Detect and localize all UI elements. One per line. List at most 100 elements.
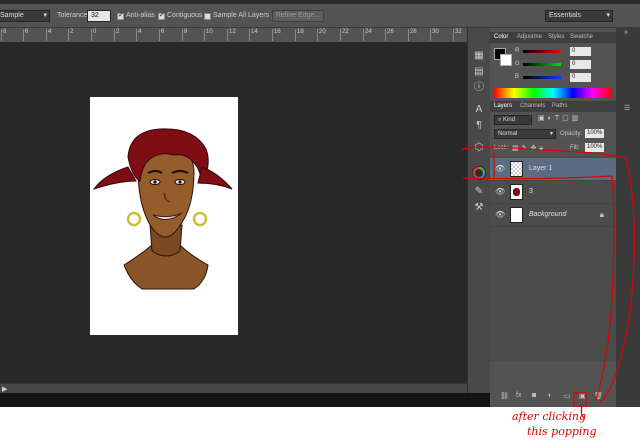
channel-g-value[interactable]: 0 [570, 60, 591, 69]
layers-footer: ⛓ fx ◙ ◐ ▭ ▣ 🗑︎ [490, 391, 616, 403]
sample-dropdown[interactable]: Sample ▾ [0, 10, 50, 22]
new-layer-icon[interactable]: ▣ [579, 392, 586, 400]
ruler-tick: 24 [363, 29, 372, 41]
ruler-tick: 6 [22, 29, 29, 41]
group-folder-icon[interactable]: ▭ [564, 392, 571, 400]
blend-mode-dropdown[interactable]: Normal ▾ [494, 129, 556, 139]
lock-icon: 🔒︎ [599, 210, 604, 219]
tab-swatches[interactable]: Swatche [570, 34, 593, 40]
document-canvas[interactable] [90, 97, 238, 335]
layer-name: Layer 1 [529, 165, 553, 172]
color-wheel-icon[interactable] [472, 166, 486, 180]
ruler-tick: 14 [249, 29, 258, 41]
kind-label: Kind [503, 117, 516, 123]
tolerance-label: Tolerance: [57, 12, 90, 19]
lock-icons[interactable]: ▦✎✥🔒︎ [512, 144, 546, 153]
fill-input[interactable]: 100% [585, 143, 604, 152]
info-icon[interactable]: ⓘ [473, 82, 485, 94]
paragraph-icon[interactable]: ¶ [473, 120, 485, 132]
ruler-tick: 28 [408, 29, 417, 41]
annotation-text-line1: after clicking [512, 410, 586, 423]
refine-edge-button[interactable]: Refine Edge... [272, 10, 324, 22]
ruler-tick: 4 [45, 29, 52, 41]
layer-row-background[interactable]: 👁︎ Background 🔒︎ [490, 204, 616, 227]
mask-icon[interactable]: ◙ [532, 392, 536, 399]
3d-icon[interactable]: ⬡ [473, 142, 485, 154]
eye-icon[interactable]: 👁︎ [495, 187, 505, 196]
horizontal-ruler: 8 6 4 2 0 2 4 6 8 10 12 14 16 18 20 22 2… [0, 28, 467, 43]
status-strip [0, 393, 490, 407]
color-panel-tabs: Color Adjustme Styles Swatche [490, 32, 616, 43]
background-color-swatch[interactable] [500, 54, 512, 66]
tab-channels[interactable]: Channels [520, 103, 545, 109]
ruler-tick: 16 [272, 29, 281, 41]
ruler-tick: 26 [385, 29, 394, 41]
link-layers-icon[interactable]: ⛓ [500, 392, 509, 400]
layer-row-3[interactable]: 👁︎ 3 [490, 181, 616, 204]
tab-styles[interactable]: Styles [548, 34, 564, 40]
layers-panel-tabs: Layers Channels Paths [490, 101, 616, 112]
options-bar: Sample ▾ Tolerance: 32 Anti-alias Contigu… [0, 4, 640, 28]
brush-presets-icon[interactable]: ✎ [473, 186, 485, 198]
sample-dropdown-label: Sample [0, 12, 24, 19]
eye-icon[interactable]: 👁︎ [495, 210, 505, 219]
channel-g-slider[interactable] [523, 63, 561, 66]
opacity-input[interactable]: 100% [585, 129, 604, 138]
character-illustration [92, 128, 233, 290]
workspace-dropdown[interactable]: Essentials ▾ [545, 10, 613, 22]
ruler-tick: 10 [204, 29, 213, 41]
ruler-tick: 18 [295, 29, 304, 41]
contiguous-label: Contiguous [167, 12, 203, 19]
layer-filter-dropdown[interactable]: ⌕ Kind [494, 115, 532, 125]
actions-icon[interactable]: ▤ [473, 66, 485, 78]
layer-row-layer-1[interactable]: 👁︎ Layer 1 [490, 158, 616, 181]
ruler-tick: 12 [227, 29, 236, 41]
layers-list: 👁︎ Layer 1 👁︎ 3 👁︎ Background 🔒︎ [490, 156, 616, 361]
workspace-label: Essentials [549, 12, 581, 19]
layer-thumbnail [510, 184, 523, 200]
trash-icon[interactable]: 🗑︎ [594, 392, 603, 400]
tool-presets-icon[interactable]: ⚒ [473, 202, 485, 214]
fx-icon[interactable]: fx [516, 392, 521, 399]
channel-r-label: R [515, 48, 520, 54]
tab-layers[interactable]: Layers [494, 103, 512, 109]
history-icon[interactable]: ▦ [473, 50, 485, 62]
anti-alias-checkbox[interactable] [117, 11, 124, 20]
filter-icons[interactable]: ▣◐T▢▥ [538, 114, 581, 122]
search-icon: ⌕ [498, 117, 502, 123]
double-chevron-icon[interactable]: » [624, 29, 628, 36]
ruler-tick: 8 [0, 29, 7, 41]
tab-adjustments[interactable]: Adjustme [517, 34, 542, 40]
contiguous-checkbox[interactable] [158, 11, 165, 20]
adjustment-layer-icon[interactable]: ◐ [548, 392, 552, 399]
panels-column: Color Adjustme Styles Swatche R 0 G 0 B … [490, 28, 616, 407]
tab-color[interactable]: Color [494, 34, 508, 40]
tolerance-input[interactable]: 32 [87, 10, 111, 22]
panel-menu-icon[interactable]: ☰ [624, 104, 630, 112]
sample-all-layers-label: Sample All Layers [213, 12, 270, 19]
anti-alias-label: Anti-alias [126, 12, 155, 19]
ruler-tick: 0 [90, 29, 97, 41]
ruler-tick: 2 [67, 29, 74, 41]
channel-r-value[interactable]: 0 [570, 47, 591, 56]
ruler-tick: 4 [135, 29, 142, 41]
eye-icon[interactable]: 👁︎ [495, 164, 505, 173]
channel-b-value[interactable]: 0 [570, 73, 591, 82]
channel-b-slider[interactable] [523, 76, 561, 79]
play-icon[interactable]: ▶ [2, 385, 7, 393]
ruler-tick: 20 [317, 29, 326, 41]
fill-label: Fill: [570, 145, 580, 151]
tab-paths[interactable]: Paths [552, 103, 567, 109]
blend-mode-label: Normal [498, 131, 518, 137]
panel-scroll-strip: » ☰ [616, 28, 640, 407]
color-ramp[interactable] [494, 88, 612, 98]
ruler-tick: 32 [453, 29, 462, 41]
ruler-tick: 22 [340, 29, 349, 41]
chevron-down-icon: ▾ [549, 131, 553, 137]
channel-g-label: G [515, 61, 520, 67]
sample-all-layers-checkbox[interactable] [204, 13, 211, 20]
layer-name: Background [529, 211, 567, 218]
chevron-down-icon: ▾ [43, 12, 47, 19]
channel-r-slider[interactable] [523, 50, 561, 53]
character-icon[interactable]: A [473, 104, 485, 116]
